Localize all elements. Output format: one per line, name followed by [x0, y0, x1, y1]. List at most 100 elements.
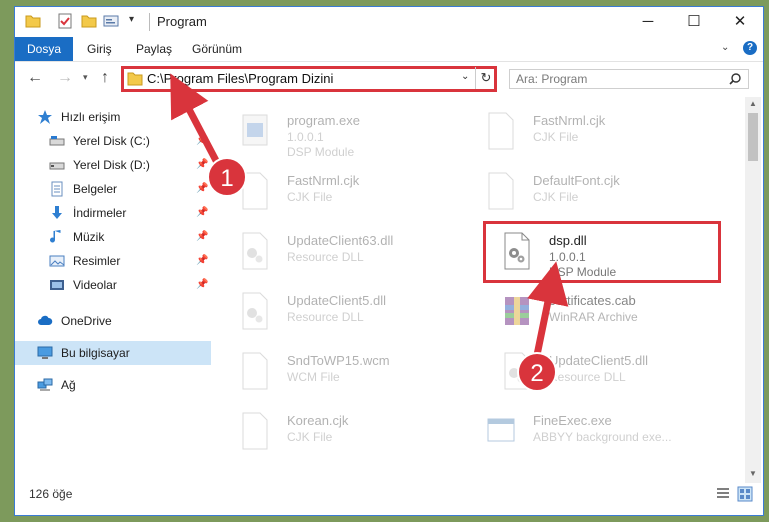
scroll-up-icon[interactable]: ▲ [749, 99, 757, 108]
list-item[interactable]: certificates.cab WinRAR Archive [501, 291, 731, 347]
file-version: 1.0.0.1 [287, 130, 324, 144]
sidebar-item-videos[interactable]: Videolar 📌 [15, 273, 211, 297]
list-item[interactable]: program.exe 1.0.0.1 DSP Module [239, 111, 469, 167]
file-name: UpdateClient5.dll [549, 353, 649, 368]
vertical-scrollbar[interactable]: ▲ ▼ [745, 97, 761, 483]
file-name: SndToWP15.wcm [287, 353, 390, 368]
help-icon[interactable]: ? [743, 41, 757, 55]
list-item[interactable]: UpdateClient5.dll Resource DLL [239, 291, 469, 347]
star-icon [38, 110, 52, 124]
up-arrow-icon[interactable]: ↑ [101, 69, 109, 87]
search-input[interactable]: Ara: Program [516, 72, 587, 86]
item-count: 126 öğe [29, 487, 73, 501]
status-bar: 126 öğe [15, 483, 763, 507]
sidebar-item-label: Belgeler [73, 182, 118, 196]
videos-icon [50, 280, 64, 290]
sidebar-item-local-disk-d[interactable]: Yerel Disk (D:) 📌 [15, 153, 211, 177]
list-item[interactable]: FastNrml.cjk CJK File [239, 171, 469, 227]
tab-view[interactable]: Görünüm [192, 37, 242, 61]
expand-ribbon-chevron-icon[interactable]: ⌄ [721, 42, 735, 56]
sidebar-item-label: OneDrive [61, 314, 112, 328]
maximize-button[interactable]: ☐ [671, 7, 717, 37]
sidebar-item-onedrive[interactable]: OneDrive [15, 309, 211, 333]
list-item[interactable]: SndToWP15.wcm WCM File [239, 351, 469, 407]
pin-icon: 📌 [196, 183, 209, 194]
sidebar-item-label: Yerel Disk (D:) [73, 158, 150, 172]
window-title: Program [157, 14, 207, 29]
file-name: Korean.cjk [287, 413, 349, 428]
address-history-chevron-icon[interactable]: ⌄ [461, 71, 469, 82]
tab-file[interactable]: Dosya [15, 37, 73, 61]
list-item[interactable]: UpdateClient63.dll Resource DLL [239, 231, 469, 287]
file-type: ABBYY background exe... [533, 430, 672, 444]
file-type: CJK File [533, 130, 579, 144]
list-item[interactable]: FastNrml.cjk CJK File [485, 111, 715, 167]
folder-icon[interactable] [25, 13, 41, 29]
network-icon [37, 378, 53, 391]
list-item[interactable]: FineExec.exe ABBYY background exe... [485, 411, 715, 467]
pin-icon: 📌 [196, 231, 209, 242]
minimize-button[interactable]: ─ [625, 7, 671, 37]
tab-home[interactable]: Giriş [87, 37, 112, 61]
pin-icon: 📌 [196, 279, 209, 290]
pin-icon: 📌 [196, 207, 209, 218]
explorer-window: ▾ Program ─ ☐ ✕ Dosya Giriş Paylaş Görün… [14, 6, 764, 516]
list-item[interactable]: DefaultFont.cjk CJK File [485, 171, 715, 227]
new-folder-icon[interactable] [81, 13, 97, 29]
search-box[interactable]: Ara: Program [509, 69, 749, 89]
rename-icon[interactable] [103, 13, 119, 29]
close-button[interactable]: ✕ [717, 7, 763, 37]
large-icons-view-icon[interactable] [737, 486, 753, 502]
scroll-down-icon[interactable]: ▼ [749, 469, 757, 478]
sidebar-item-music[interactable]: Müzik 📌 [15, 225, 211, 249]
sidebar-item-label: Yerel Disk (C:) [73, 134, 150, 148]
search-icon[interactable] [728, 72, 742, 86]
sidebar-item-documents[interactable]: Belgeler 📌 [15, 177, 211, 201]
sidebar-item-label: Ağ [61, 378, 76, 392]
back-arrow-icon[interactable]: ← [27, 69, 43, 87]
archive-icon [505, 297, 529, 325]
sidebar-item-this-pc[interactable]: Bu bilgisayar [15, 341, 211, 365]
music-icon [50, 230, 61, 243]
drive-icon [49, 136, 65, 146]
title-separator [149, 13, 150, 31]
file-name: UpdateClient63.dll [287, 233, 394, 248]
scroll-thumb[interactable] [748, 113, 758, 161]
file-type: CJK File [287, 430, 333, 444]
address-path[interactable]: C:\Program Files\Program Dizini [147, 71, 333, 86]
dll-icon [242, 292, 268, 330]
refresh-icon[interactable]: ↻ [475, 67, 496, 89]
file-name: certificates.cab [549, 293, 636, 308]
details-view-icon[interactable] [715, 486, 731, 502]
customize-toolbar-chevron-icon[interactable]: ▾ [129, 14, 145, 30]
sidebar-item-label: Videolar [73, 278, 117, 292]
file-name: program.exe [287, 113, 360, 128]
file-name: FastNrml.cjk [287, 173, 360, 188]
dll-icon [242, 232, 268, 270]
sidebar-item-label: Resimler [73, 254, 121, 268]
sidebar-item-quick-access[interactable]: Hızlı erişim [15, 105, 211, 129]
download-icon [52, 206, 62, 219]
sidebar-item-local-disk-c[interactable]: Yerel Disk (C:) 📌 [15, 129, 211, 153]
tab-share[interactable]: Paylaş [136, 37, 172, 61]
recent-locations-chevron-icon[interactable]: ▾ [83, 72, 88, 83]
computer-icon [37, 346, 53, 359]
blank-file-icon [488, 172, 514, 210]
sidebar-item-network[interactable]: Ağ [15, 373, 211, 397]
sidebar-item-label: Bu bilgisayar [61, 346, 130, 360]
sidebar-item-pictures[interactable]: Resimler 📌 [15, 249, 211, 273]
sidebar-item-downloads[interactable]: İndirmeler 📌 [15, 201, 211, 225]
drive-icon [49, 162, 65, 170]
properties-check-icon[interactable] [57, 13, 73, 29]
forward-arrow-icon[interactable]: → [57, 69, 73, 87]
app-window-icon [487, 418, 515, 442]
sidebar-item-label: Hızlı erişim [61, 110, 121, 124]
pin-icon: 📌 [196, 159, 209, 170]
list-item[interactable]: Korean.cjk CJK File [239, 411, 469, 467]
blank-file-icon [488, 112, 514, 150]
step-badge-1: 1 [207, 157, 247, 197]
blank-file-icon [242, 352, 268, 390]
file-type: Resource DLL [287, 250, 364, 264]
address-bar[interactable]: C:\Program Files\Program Dizini ⌄ ↻ [125, 67, 496, 89]
blank-file-icon [242, 412, 268, 450]
